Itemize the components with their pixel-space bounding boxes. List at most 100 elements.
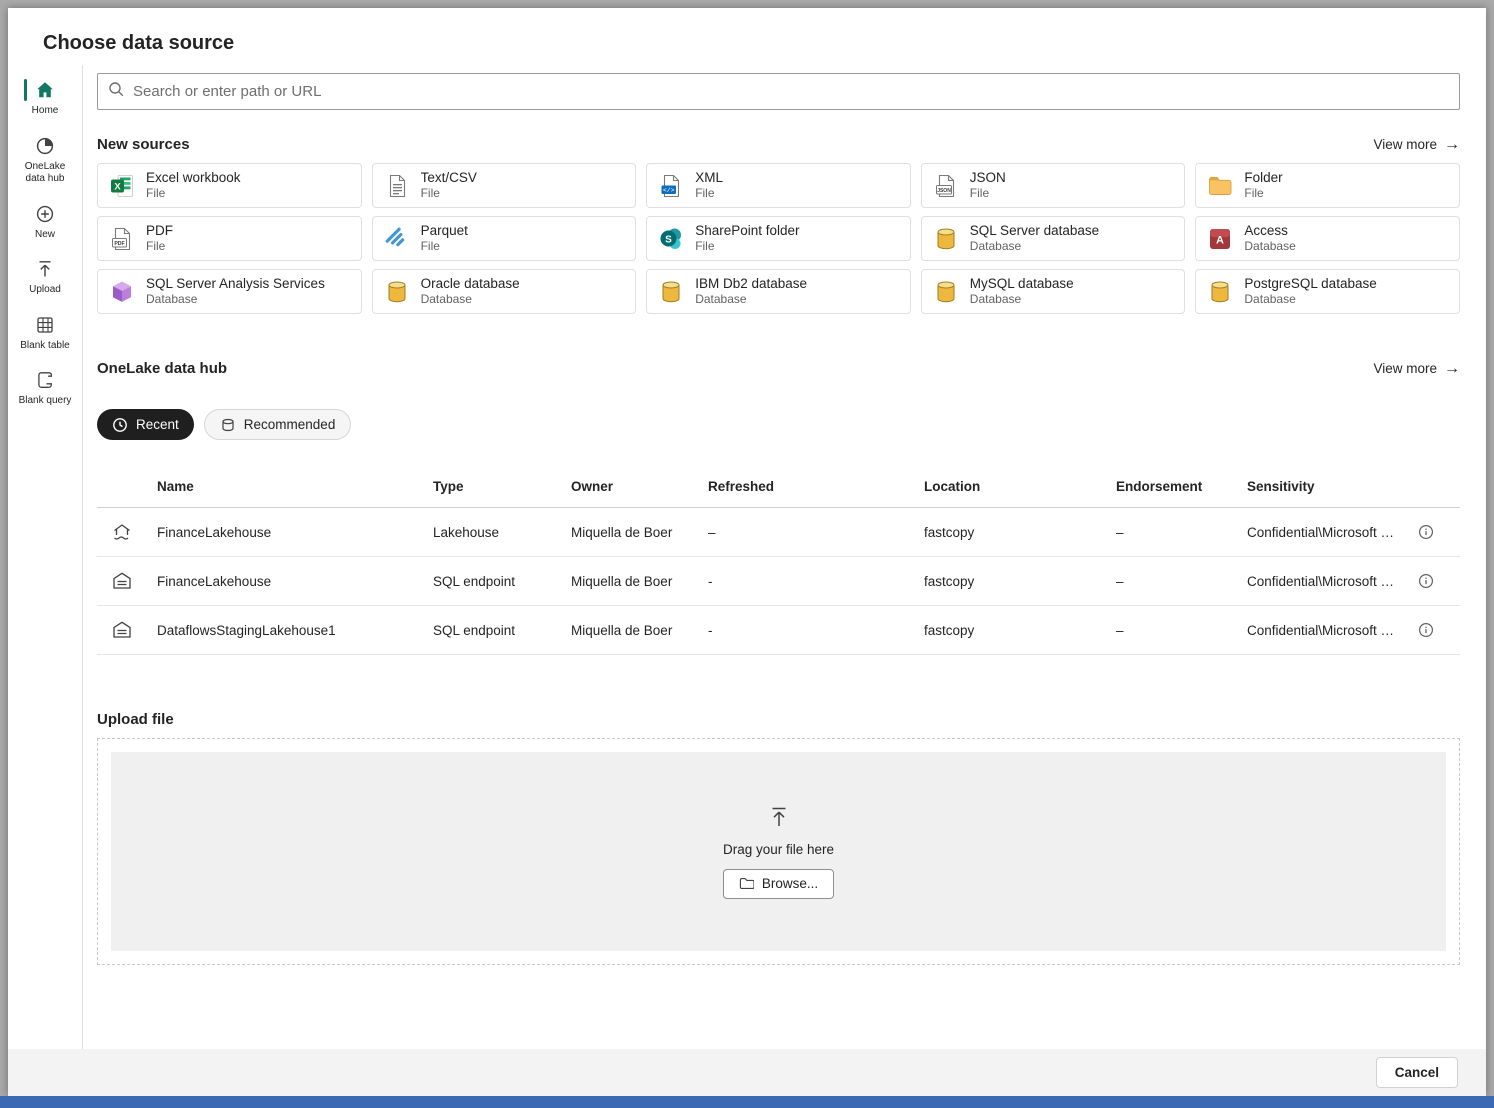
database-icon bbox=[658, 279, 684, 305]
tile-type: File bbox=[146, 186, 241, 201]
column-header-refreshed: Refreshed bbox=[708, 479, 924, 494]
tile-name: Access bbox=[1244, 223, 1295, 240]
source-tile-json[interactable]: JSON JSON File bbox=[921, 163, 1186, 208]
cancel-button[interactable]: Cancel bbox=[1376, 1057, 1458, 1088]
view-more-label: View more bbox=[1373, 137, 1437, 152]
info-icon[interactable] bbox=[1418, 622, 1434, 638]
tile-name: MySQL database bbox=[970, 276, 1074, 293]
source-tile-parquet[interactable]: Parquet File bbox=[372, 216, 637, 261]
source-tile-access[interactable]: A Access Database bbox=[1195, 216, 1460, 261]
plus-circle-icon bbox=[35, 204, 55, 224]
sidebar-item-upload[interactable]: Upload bbox=[8, 250, 82, 306]
tile-type: File bbox=[1244, 186, 1282, 201]
choose-data-source-dialog: Choose data source Home OneLake data hub bbox=[8, 8, 1486, 1096]
tile-type: File bbox=[695, 186, 723, 201]
database-icon bbox=[933, 226, 959, 252]
sql-endpoint-icon bbox=[111, 619, 133, 641]
cell-name: FinanceLakehouse bbox=[157, 525, 433, 540]
browse-button-label: Browse... bbox=[762, 876, 818, 891]
tile-name: SharePoint folder bbox=[695, 223, 799, 240]
browse-button[interactable]: Browse... bbox=[723, 869, 834, 899]
tile-name: Text/CSV bbox=[421, 170, 477, 187]
sidebar-item-home[interactable]: Home bbox=[8, 71, 82, 127]
source-tile-xml[interactable]: </> XML File bbox=[646, 163, 911, 208]
cell-endorsement: – bbox=[1116, 574, 1247, 589]
table-row[interactable]: DataflowsStagingLakehouse1 SQL endpoint … bbox=[97, 606, 1460, 655]
tab-label: Recommended bbox=[244, 417, 336, 432]
cell-owner: Miquella de Boer bbox=[571, 574, 708, 589]
new-sources-grid: X Excel workbook File bbox=[97, 163, 1460, 314]
upload-dropzone[interactable]: Drag your file here Browse... bbox=[97, 738, 1460, 965]
sidebar-item-label: OneLake data hub bbox=[14, 161, 76, 186]
source-tile-pdf[interactable]: PDF PDF File bbox=[97, 216, 362, 261]
onelake-icon bbox=[35, 136, 55, 156]
cell-sensitivity: Confidential\Microsoft … bbox=[1247, 525, 1394, 540]
tile-name: Folder bbox=[1244, 170, 1282, 187]
database-icon bbox=[384, 279, 410, 305]
tab-recommended[interactable]: Recommended bbox=[204, 409, 352, 440]
tab-label: Recent bbox=[136, 417, 179, 432]
cell-type: Lakehouse bbox=[433, 525, 571, 540]
tab-recent[interactable]: Recent bbox=[97, 409, 194, 440]
source-tile-postgresql-database[interactable]: PostgreSQL database Database bbox=[1195, 269, 1460, 314]
info-icon[interactable] bbox=[1418, 573, 1434, 589]
tile-name: PostgreSQL database bbox=[1244, 276, 1376, 293]
info-icon[interactable] bbox=[1418, 524, 1434, 540]
tile-type: Database bbox=[695, 292, 807, 307]
sidebar-item-label: Blank query bbox=[19, 395, 72, 408]
table-row[interactable]: FinanceLakehouse SQL endpoint Miquella d… bbox=[97, 557, 1460, 606]
source-tile-excel-workbook[interactable]: X Excel workbook File bbox=[97, 163, 362, 208]
tile-name: IBM Db2 database bbox=[695, 276, 807, 293]
onelake-items-table: Name Type Owner Refreshed Location Endor… bbox=[97, 466, 1460, 655]
tile-name: PDF bbox=[146, 223, 173, 240]
tile-type: File bbox=[421, 186, 477, 201]
home-icon bbox=[35, 80, 55, 100]
source-tile-folder[interactable]: Folder File bbox=[1195, 163, 1460, 208]
database-icon bbox=[1207, 279, 1233, 305]
svg-text:S: S bbox=[665, 234, 672, 245]
source-tile-oracle-database[interactable]: Oracle database Database bbox=[372, 269, 637, 314]
cell-sensitivity: Confidential\Microsoft … bbox=[1247, 574, 1394, 589]
column-header-location: Location bbox=[924, 479, 1116, 494]
cell-owner: Miquella de Boer bbox=[571, 525, 708, 540]
new-sources-title: New sources bbox=[97, 136, 190, 153]
view-more-label: View more bbox=[1373, 361, 1437, 376]
database-icon bbox=[933, 279, 959, 305]
sidebar-item-label: Home bbox=[32, 105, 59, 118]
tile-type: File bbox=[421, 239, 468, 254]
source-tile-mysql-database[interactable]: MySQL database Database bbox=[921, 269, 1186, 314]
sql-endpoint-icon bbox=[111, 570, 133, 592]
svg-text:PDF: PDF bbox=[114, 240, 124, 246]
dialog-title: Choose data source bbox=[43, 32, 1458, 55]
upload-icon bbox=[35, 259, 55, 279]
source-tile-sql-server-database[interactable]: SQL Server database Database bbox=[921, 216, 1186, 261]
table-row[interactable]: FinanceLakehouse Lakehouse Miquella de B… bbox=[97, 508, 1460, 557]
cell-name: DataflowsStagingLakehouse1 bbox=[157, 623, 433, 638]
sidebar-item-new[interactable]: New bbox=[8, 195, 82, 251]
dialog-footer: Cancel bbox=[8, 1049, 1486, 1096]
tile-name: SQL Server database bbox=[970, 223, 1099, 240]
source-tile-sql-server-analysis-services[interactable]: SQL Server Analysis Services Database bbox=[97, 269, 362, 314]
source-tile-sharepoint-folder[interactable]: S SharePoint folder File bbox=[646, 216, 911, 261]
tile-type: Database bbox=[146, 292, 325, 307]
column-header-sensitivity: Sensitivity bbox=[1247, 479, 1460, 494]
sidebar-item-blank-query[interactable]: Blank query bbox=[8, 361, 82, 417]
analysis-services-cube-icon bbox=[109, 279, 135, 305]
access-icon: A bbox=[1207, 226, 1233, 252]
column-header-name: Name bbox=[157, 479, 433, 494]
excel-icon: X bbox=[109, 173, 135, 199]
sidebar: Home OneLake data hub Ne bbox=[8, 65, 83, 1049]
sidebar-item-blank-table[interactable]: Blank table bbox=[8, 306, 82, 362]
onelake-view-more-link[interactable]: View more → bbox=[1373, 361, 1460, 377]
tile-type: Database bbox=[421, 292, 520, 307]
source-tile-ibm-db2-database[interactable]: IBM Db2 database Database bbox=[646, 269, 911, 314]
search-input[interactable] bbox=[133, 83, 1449, 100]
cell-owner: Miquella de Boer bbox=[571, 623, 708, 638]
sidebar-item-onelake-data-hub[interactable]: OneLake data hub bbox=[8, 127, 82, 195]
cell-type: SQL endpoint bbox=[433, 574, 571, 589]
search-bar bbox=[97, 73, 1460, 110]
source-tile-text-csv[interactable]: Text/CSV File bbox=[372, 163, 637, 208]
tile-type: File bbox=[970, 186, 1006, 201]
svg-text:A: A bbox=[1216, 234, 1224, 246]
new-sources-view-more-link[interactable]: View more → bbox=[1373, 137, 1460, 153]
